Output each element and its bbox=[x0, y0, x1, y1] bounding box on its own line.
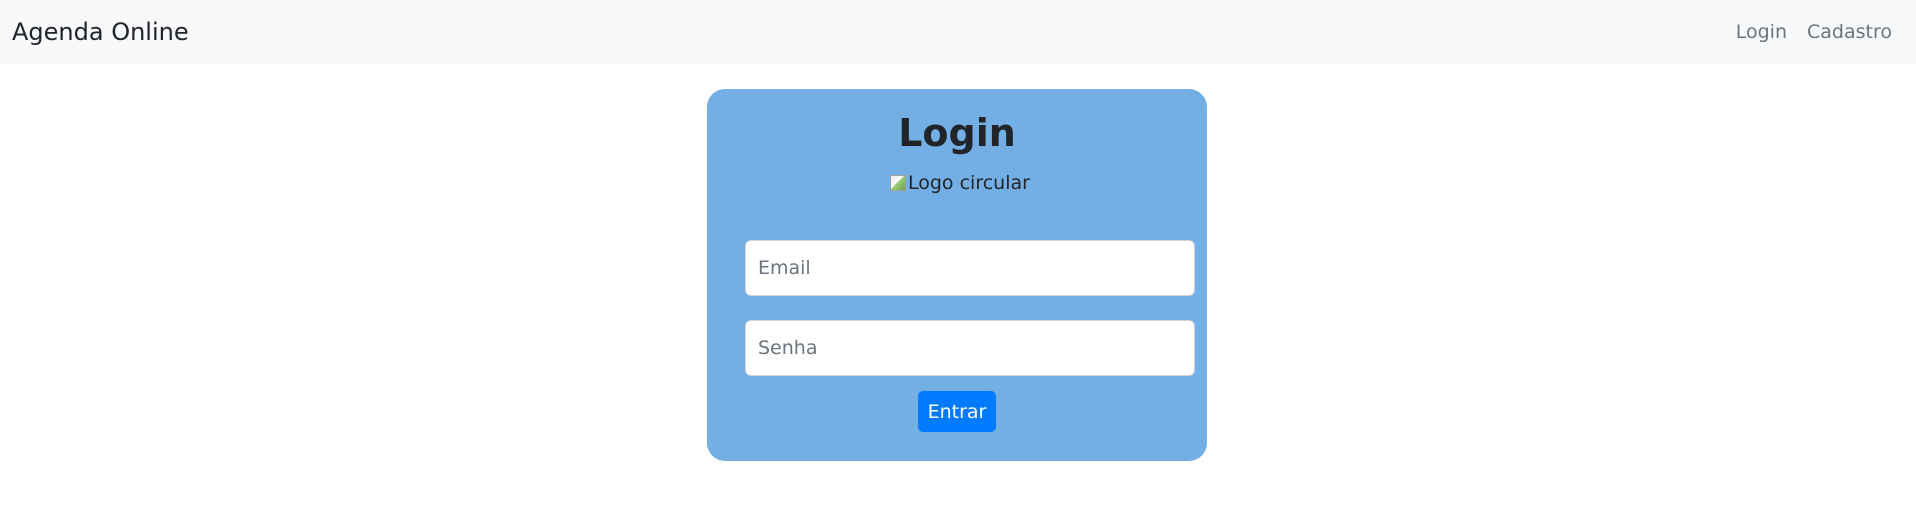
login-title: Login bbox=[898, 111, 1016, 155]
submit-button[interactable]: Entrar bbox=[918, 391, 996, 432]
broken-image-icon bbox=[890, 175, 906, 191]
logo-image: Logo circular bbox=[890, 172, 1030, 194]
login-card: Login Logo circular Entrar bbox=[707, 89, 1207, 461]
password-input[interactable] bbox=[745, 320, 1195, 376]
nav-link-login[interactable]: Login bbox=[1736, 21, 1787, 43]
email-input[interactable] bbox=[745, 240, 1195, 296]
brand-link[interactable]: Agenda Online bbox=[12, 18, 189, 46]
logo-alt-text: Logo circular bbox=[908, 172, 1030, 194]
nav-link-cadastro[interactable]: Cadastro bbox=[1807, 21, 1892, 43]
nav-links: Login Cadastro bbox=[1736, 21, 1892, 43]
navbar: Agenda Online Login Cadastro bbox=[0, 0, 1916, 64]
